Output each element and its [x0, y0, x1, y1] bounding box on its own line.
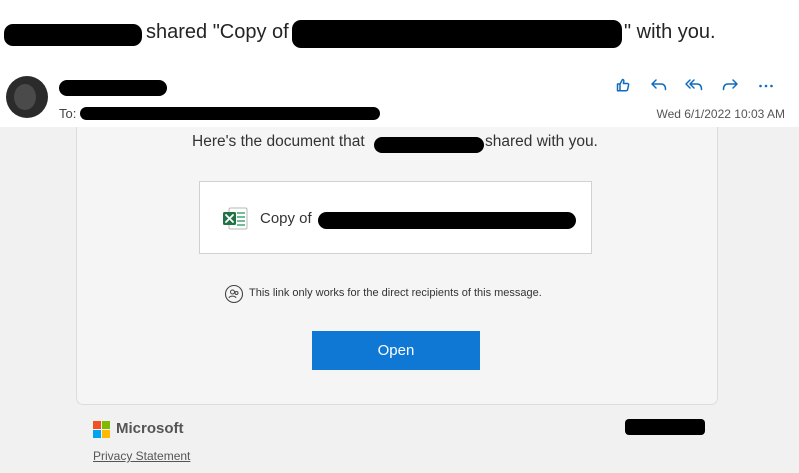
- reply-button[interactable]: [647, 74, 671, 96]
- reply-all-button[interactable]: [682, 74, 706, 96]
- intro-text-start: Here's the document that: [192, 133, 365, 150]
- like-button[interactable]: [611, 74, 635, 96]
- forward-button[interactable]: [718, 74, 742, 96]
- to-label: To:: [59, 106, 77, 121]
- subject-text-start: shared "Copy of: [146, 21, 289, 43]
- redacted-sharer-name: [374, 137, 484, 153]
- privacy-statement-link[interactable]: Privacy Statement: [93, 449, 190, 463]
- shared-document-card[interactable]: Copy of: [199, 181, 592, 254]
- redacted-recipients: [80, 107, 380, 120]
- microsoft-brand: Microsoft: [116, 420, 184, 437]
- message-date: Wed 6/1/2022 10:03 AM: [656, 107, 785, 121]
- forward-icon: [722, 79, 738, 91]
- notice-text: This link only works for the direct reci…: [249, 287, 542, 299]
- open-button[interactable]: Open: [312, 331, 480, 370]
- reply-icon: [651, 79, 667, 91]
- document-name: Copy of: [260, 210, 312, 227]
- redacted-footer-text: [625, 419, 705, 435]
- people-restricted-icon: [224, 284, 244, 304]
- sender-avatar[interactable]: [6, 76, 48, 118]
- intro-text-end: shared with you.: [485, 133, 598, 150]
- reply-all-icon: [685, 79, 703, 91]
- redacted-sender-name: [4, 24, 142, 46]
- microsoft-logo-icon: [93, 421, 111, 439]
- email-subject: shared "Copy of " with you.: [0, 14, 799, 50]
- redacted-sender: [59, 80, 167, 96]
- thumbs-up-icon: [616, 78, 630, 92]
- excel-file-icon: [223, 207, 248, 230]
- more-icon: [759, 84, 773, 88]
- subject-text-end: " with you.: [624, 21, 716, 43]
- more-button[interactable]: [754, 74, 778, 96]
- redacted-document-title: [292, 20, 622, 48]
- redacted-document-name: [318, 212, 576, 229]
